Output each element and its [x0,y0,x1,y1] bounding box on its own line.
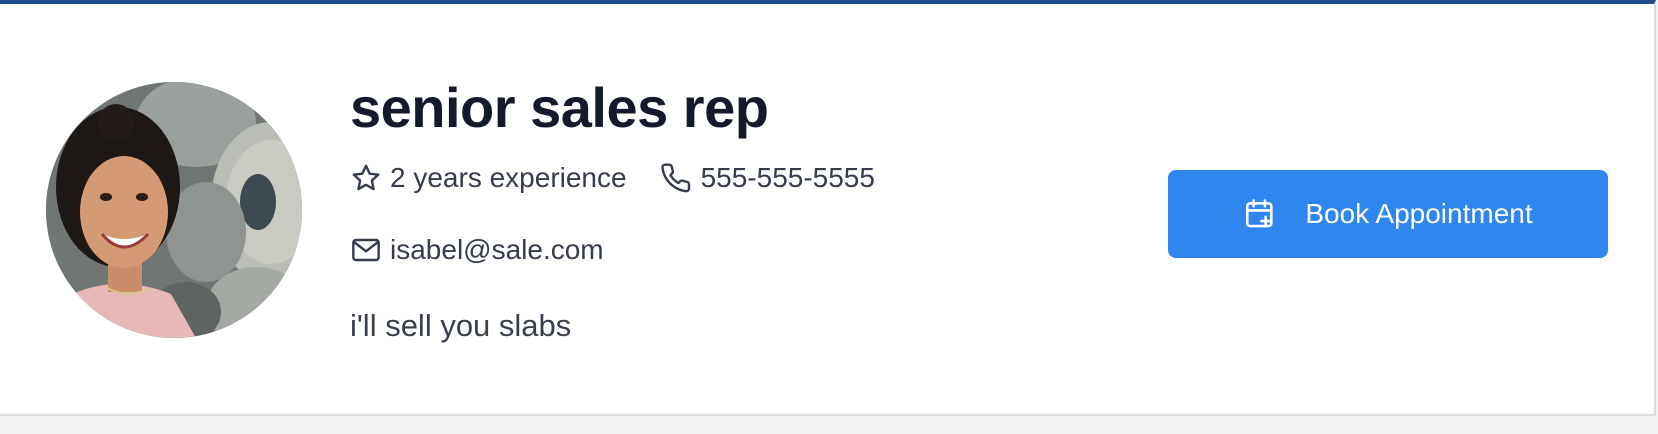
avatar [46,82,302,338]
phone-item: 555-555-5555 [660,160,875,196]
phone-text: 555-555-5555 [700,162,875,193]
experience-text: 2 years experience [390,162,627,193]
page-title: senior sales rep [350,76,769,139]
profile-bio: i'll sell you slabs [350,308,572,343]
calendar-plus-icon [1243,197,1277,231]
mail-icon [350,234,382,266]
profile-card: senior sales rep 2 years experience 555-… [0,0,1656,416]
email-text: isabel@sale.com [390,234,604,265]
contact-row: isabel@sale.com [350,232,909,268]
avatar-photo [46,82,302,338]
profile-info: senior sales rep 2 years experience 555-… [350,72,909,346]
star-icon [350,162,382,194]
profile-meta-row: 2 years experience 555-555-5555 [350,160,909,196]
book-appointment-button[interactable]: Book Appointment [1168,170,1608,258]
experience-item: 2 years experience [350,160,627,196]
email-item: isabel@sale.com [350,232,604,268]
book-appointment-label: Book Appointment [1305,198,1533,229]
phone-icon [660,162,693,194]
